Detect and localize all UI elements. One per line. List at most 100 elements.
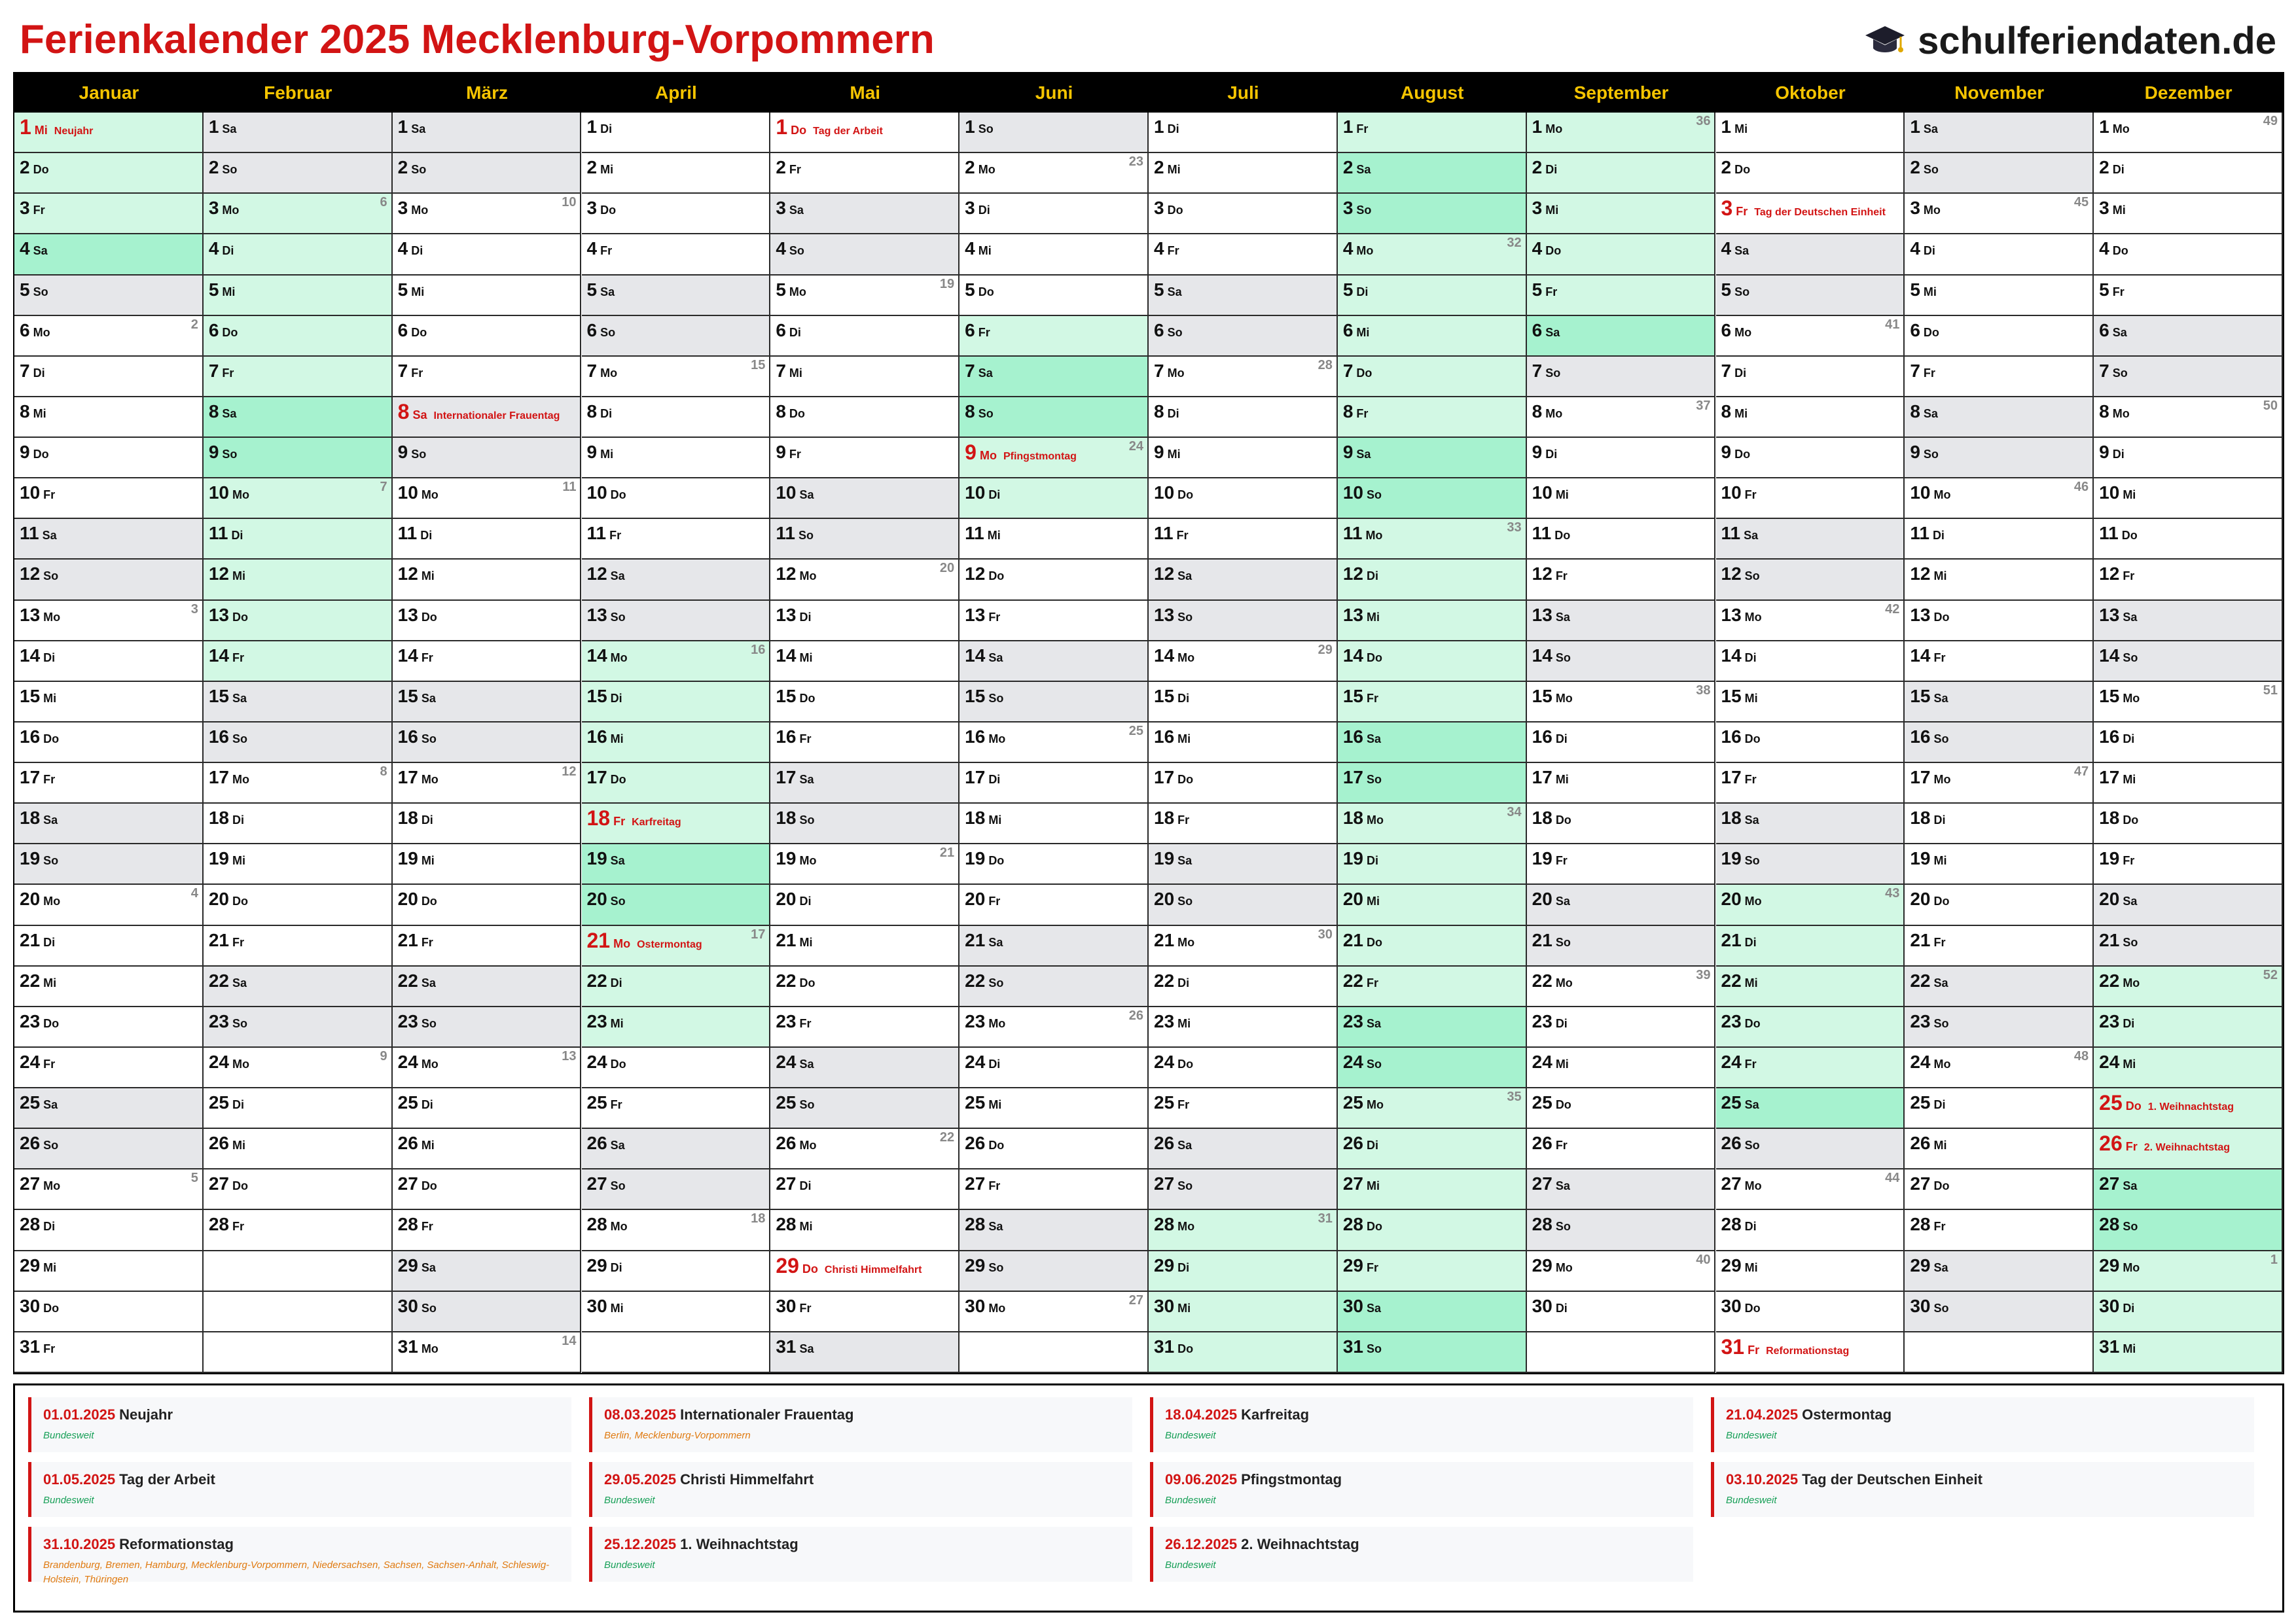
day-cell: 8 Mo 50 bbox=[2094, 397, 2283, 438]
weekday-name: So bbox=[798, 529, 814, 543]
day-cell: 7 Di bbox=[1715, 356, 1905, 397]
day-number: 9 bbox=[2099, 442, 2109, 463]
day-number: 13 bbox=[1721, 604, 1742, 625]
weekday-name: Fr bbox=[232, 651, 244, 664]
legend-date: 01.05.2025 bbox=[43, 1471, 116, 1488]
day-number: 4 bbox=[1721, 238, 1732, 259]
weekday-name: So bbox=[610, 610, 626, 624]
weekday-name: So bbox=[411, 163, 427, 177]
empty-day-cell bbox=[203, 1291, 393, 1332]
day-cell: 24 Sa bbox=[770, 1047, 960, 1089]
day-label: 29 Mo bbox=[2099, 1254, 2140, 1279]
day-label: 18 Fr bbox=[1154, 806, 1189, 832]
day-number: 15 bbox=[1910, 685, 1931, 706]
weekday-name: Sa bbox=[1356, 163, 1371, 177]
day-label: 14 So bbox=[2099, 644, 2138, 669]
day-label: 21 Mo bbox=[1154, 929, 1194, 954]
week-number: 35 bbox=[1507, 1090, 1522, 1105]
weekday-name: Sa bbox=[1933, 691, 1948, 705]
day-number: 10 bbox=[2099, 482, 2120, 503]
weekday-name: So bbox=[1545, 366, 1561, 380]
day-number: 24 bbox=[20, 1051, 41, 1072]
day-cell: 31 Fr Reformationstag bbox=[1715, 1332, 1905, 1373]
day-number: 9 bbox=[397, 442, 408, 463]
day-cell: 12 Fr bbox=[2094, 560, 2283, 601]
day-cell: 5 Sa bbox=[581, 275, 771, 316]
legend-regions: Bundesweit bbox=[1165, 1495, 1216, 1506]
weekday-name: Do bbox=[421, 610, 437, 624]
day-label: 8 Do bbox=[776, 400, 805, 425]
day-cell: 5 Di bbox=[1337, 275, 1527, 316]
day-cell: 30 Mi bbox=[581, 1291, 771, 1332]
day-cell: 20 Mi bbox=[1337, 885, 1527, 926]
day-label: 9 Do bbox=[1721, 440, 1751, 466]
day-number: 29 bbox=[1910, 1255, 1931, 1275]
day-number: 9 bbox=[20, 442, 30, 463]
day-cell: 21 Mo 30 bbox=[1149, 925, 1338, 967]
day-cell: 11 Sa bbox=[1715, 519, 1905, 560]
day-number: 14 bbox=[1342, 645, 1363, 666]
weekday-name: Mo bbox=[799, 569, 817, 583]
day-number: 19 bbox=[1532, 848, 1552, 869]
day-cell: 7 Fr bbox=[392, 356, 582, 397]
day-number: 13 bbox=[1910, 604, 1931, 625]
day-label: 25 Di bbox=[1910, 1091, 1945, 1116]
day-cell: 18 Sa bbox=[14, 804, 204, 845]
day-number: 22 bbox=[586, 970, 607, 991]
weekday-name: Di bbox=[420, 529, 433, 543]
day-number: 18 bbox=[208, 808, 229, 829]
weekday-name: Fr bbox=[2123, 569, 2135, 583]
legend-item: 09.06.2025 Pfingstmontag Bundesweit bbox=[1150, 1462, 1693, 1517]
day-number: 1 bbox=[208, 116, 219, 137]
day-label: 20 So bbox=[1154, 887, 1193, 913]
weekday-name: Fr bbox=[978, 325, 990, 339]
brand[interactable]: schulferiendaten.de bbox=[1864, 14, 2276, 67]
day-number: 17 bbox=[2099, 767, 2120, 788]
day-number: 29 bbox=[2099, 1255, 2120, 1275]
day-cell: 25 Mi bbox=[960, 1088, 1149, 1130]
weekday-name: So bbox=[232, 1016, 247, 1030]
day-label: 25 Di bbox=[398, 1091, 433, 1116]
day-label: 31 Mo bbox=[398, 1335, 439, 1361]
day-number: 3 bbox=[1910, 198, 1920, 219]
weekday-name: Mo bbox=[1933, 488, 1951, 502]
day-cell: 27 Sa bbox=[1526, 1169, 1716, 1211]
day-number: 8 bbox=[1342, 401, 1354, 421]
day-cell: 5 Mo 19 bbox=[770, 275, 960, 316]
day-cell: 25 Di bbox=[1905, 1088, 2094, 1130]
day-number: 26 bbox=[208, 1133, 229, 1154]
weekday-name: Mo bbox=[1923, 204, 1941, 217]
weekday-name: Do bbox=[43, 1016, 60, 1030]
weekday-name: So bbox=[1366, 773, 1382, 787]
day-number: 11 bbox=[965, 523, 984, 544]
weekday-name: Fr bbox=[43, 488, 56, 502]
day-label: 29 Mi bbox=[20, 1254, 56, 1279]
month-header: Mai bbox=[850, 82, 881, 103]
day-number: 18 bbox=[1532, 808, 1552, 829]
day-label: 7 Fr bbox=[1910, 359, 1935, 385]
day-label: 5 Do bbox=[965, 278, 994, 304]
weekday-name: Mo bbox=[2112, 406, 2130, 420]
day-cell: 19 Fr bbox=[1526, 844, 1716, 885]
day-label: 27 Mo bbox=[20, 1172, 60, 1198]
day-number: 6 bbox=[20, 319, 30, 340]
weekday-name: Di bbox=[1744, 651, 1757, 664]
day-label: 15 Mo bbox=[2099, 685, 2140, 710]
day-label: 7 Mi bbox=[776, 359, 802, 385]
day-label: 11 Mo bbox=[1343, 522, 1383, 547]
day-cell: 3 Mo 45 bbox=[1905, 194, 2094, 235]
day-cell: 5 Fr bbox=[2094, 275, 2283, 316]
day-label: 14 Mo bbox=[587, 644, 628, 669]
day-label: 17 Di bbox=[965, 766, 1000, 791]
day-cell: 8 Di bbox=[581, 397, 771, 438]
weekday-name: Mi bbox=[1933, 854, 1947, 868]
day-cell: 6 So bbox=[1149, 315, 1338, 357]
day-label: 28 Di bbox=[20, 1213, 55, 1238]
weekday-name: Mo bbox=[1933, 1057, 1951, 1071]
weekday-name: Mi bbox=[421, 854, 435, 868]
day-label: 16 Do bbox=[1721, 725, 1761, 751]
day-label: 12 So bbox=[1721, 562, 1760, 588]
day-label: 12 Mi bbox=[398, 562, 435, 588]
day-number: 20 bbox=[1910, 889, 1931, 910]
weekday-name: So bbox=[43, 1139, 59, 1152]
